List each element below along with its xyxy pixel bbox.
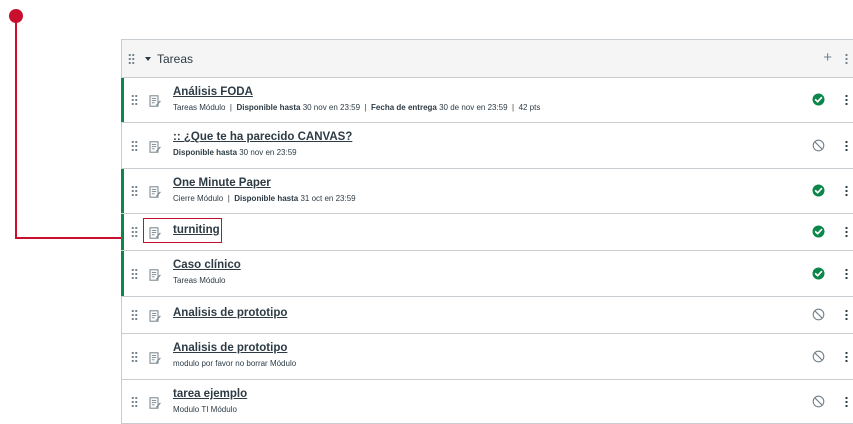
kebab-menu-icon[interactable] (845, 53, 848, 64)
unpublished-icon[interactable] (812, 139, 825, 152)
kebab-menu-icon[interactable] (845, 226, 848, 237)
detail-value: Tareas Módulo (173, 276, 226, 285)
detail-value: 30 nov en 23:59 (239, 148, 297, 157)
kebab-menu-icon[interactable] (845, 309, 848, 320)
module-items-list: Análisis FODA Tareas Módulo | Disponible … (121, 78, 853, 424)
assignment-icon (149, 396, 161, 409)
drag-handle-icon[interactable] (131, 94, 138, 106)
detail-value: 42 pts (518, 103, 541, 112)
drag-handle-icon[interactable] (131, 140, 138, 152)
detail-value: 30 nov en 23:59 (302, 103, 361, 112)
assignment-icon (149, 309, 161, 322)
published-check-icon[interactable] (812, 225, 825, 238)
unpublished-icon[interactable] (812, 308, 825, 321)
drag-handle-icon[interactable] (131, 268, 138, 280)
module-item-details: Disponible hasta 30 nov en 23:59 (173, 148, 297, 157)
module-item-title[interactable]: One Minute Paper (173, 177, 271, 189)
module-item-row[interactable]: Análisis FODA Tareas Módulo | Disponible … (121, 78, 853, 123)
module-title: Tareas (157, 51, 194, 66)
detail-value: 30 de nov en 23:59 (439, 103, 508, 112)
kebab-menu-icon[interactable] (845, 351, 848, 362)
detail-value: Cierre Módulo (173, 194, 224, 203)
drag-handle-icon[interactable] (131, 396, 138, 408)
drag-handle-icon[interactable] (131, 351, 138, 363)
module-item-row[interactable]: Caso clínico Tareas Módulo (121, 251, 853, 297)
module-item-title[interactable]: Analisis de prototipo (173, 307, 287, 319)
callout-line-vertical (15, 22, 17, 238)
kebab-menu-icon[interactable] (845, 140, 848, 151)
module-item-row[interactable]: tarea ejemplo Modulo TI Módulo (122, 380, 853, 424)
module-item-details: Tareas Módulo | Disponible hasta 30 nov … (173, 103, 541, 112)
drag-handle-icon[interactable] (131, 185, 138, 197)
callout-highlight-box (143, 218, 222, 243)
detail-value: modulo por favor no borrar Módulo (173, 359, 297, 368)
detail-label: Fecha de entrega (371, 103, 440, 112)
module-tareas: Tareas + Análisis FODA Tareas Módulo | Di… (121, 39, 853, 424)
published-check-icon[interactable] (812, 184, 825, 197)
detail-label: Disponible hasta (236, 103, 303, 112)
detail-label: Disponible hasta (234, 194, 301, 203)
module-item-row[interactable]: turniting (121, 214, 853, 251)
assignment-icon (149, 185, 161, 198)
unpublished-icon[interactable] (812, 350, 825, 363)
detail-label: Disponible hasta (173, 148, 240, 157)
kebab-menu-icon[interactable] (845, 396, 848, 407)
module-item-details: Cierre Módulo | Disponible hasta 31 oct … (173, 194, 356, 203)
assignment-icon (149, 140, 161, 153)
module-item-title[interactable]: tarea ejemplo (173, 388, 247, 400)
plus-icon[interactable]: + (823, 50, 832, 65)
module-item-row[interactable]: Analisis de prototipo (122, 297, 853, 334)
module-item-row[interactable]: One Minute Paper Cierre Módulo | Disponib… (121, 169, 853, 214)
module-item-details: modulo por favor no borrar Módulo (173, 359, 296, 368)
module-item-row[interactable]: :: ¿Que te ha parecido CANVAS?Disponible… (122, 123, 853, 169)
detail-value: Tareas Módulo (173, 103, 226, 112)
detail-value: Modulo TI Módulo (173, 405, 237, 414)
module-item-row[interactable]: Analisis de prototipo modulo por favor no… (122, 334, 853, 380)
published-check-icon[interactable] (812, 267, 825, 280)
kebab-menu-icon[interactable] (845, 94, 848, 105)
drag-handle-icon[interactable] (131, 226, 138, 238)
kebab-menu-icon[interactable] (845, 268, 848, 279)
module-item-details: Tareas Módulo (173, 276, 225, 285)
assignment-icon (149, 94, 161, 107)
kebab-menu-icon[interactable] (845, 185, 848, 196)
module-header[interactable]: Tareas + (122, 40, 853, 78)
drag-handle-icon[interactable] (128, 52, 135, 65)
module-item-title[interactable]: Caso clínico (173, 259, 241, 271)
callout-pin (9, 9, 23, 23)
module-item-details: Modulo TI Módulo (173, 405, 237, 414)
detail-value: 31 oct en 23:59 (300, 194, 356, 203)
collapse-arrow-icon[interactable] (145, 56, 151, 61)
module-item-title[interactable]: :: ¿Que te ha parecido CANVAS? (173, 131, 352, 143)
unpublished-icon[interactable] (812, 395, 825, 408)
drag-handle-icon[interactable] (131, 309, 138, 321)
published-check-icon[interactable] (812, 93, 825, 106)
assignment-icon (149, 351, 161, 364)
module-item-title[interactable]: Analisis de prototipo (173, 342, 287, 354)
assignment-icon (149, 268, 161, 281)
module-item-title[interactable]: Análisis FODA (173, 86, 253, 98)
